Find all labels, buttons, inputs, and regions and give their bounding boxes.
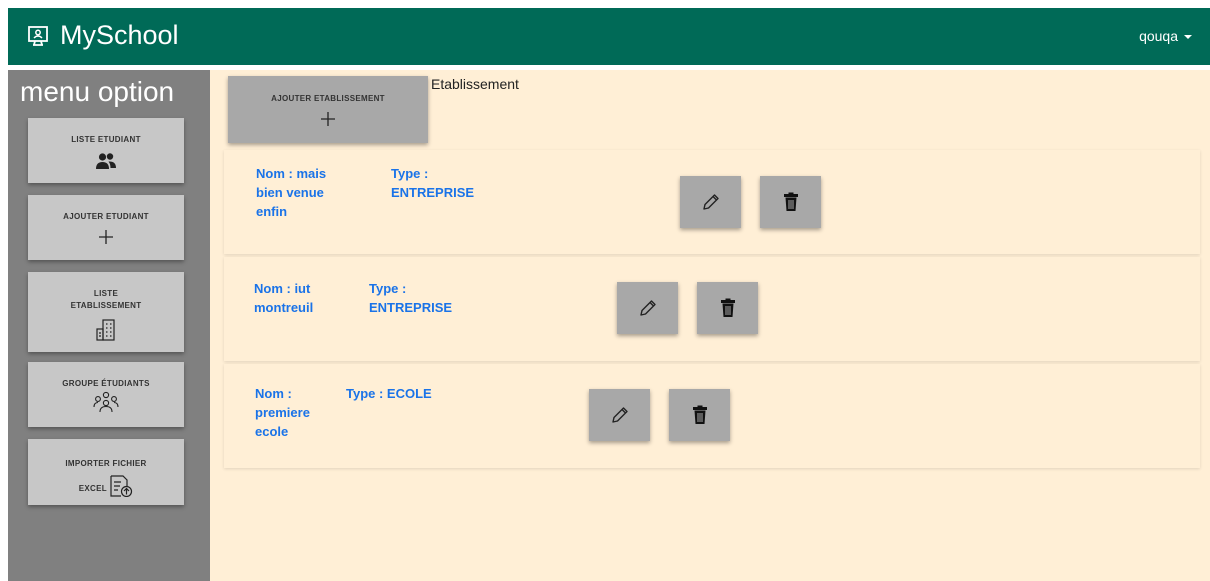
- etablissement-row: Nom : mais bien venue enfin Type : ENTRE…: [224, 150, 1200, 254]
- brand[interactable]: MySchool: [26, 20, 179, 51]
- plus-icon: [99, 230, 113, 244]
- etablissement-type: Type : ECOLE: [346, 386, 432, 401]
- sidebar-item-importer-fichier-excel[interactable]: IMPORTER FICHIER EXCEL: [28, 439, 184, 505]
- etablissement-type: Type : ENTREPRISE: [391, 166, 475, 200]
- group-icon: [93, 391, 119, 413]
- pencil-icon: [702, 194, 719, 210]
- etablissement-name: Nom : mais bien venue enfin: [256, 166, 327, 219]
- pencil-icon: [639, 300, 656, 316]
- caret-down-icon: [1184, 35, 1192, 39]
- etablissement-type: Type : ENTREPRISE: [369, 281, 453, 315]
- main-content: AJOUTER ETABLISSEMENT Etablissement Nom …: [210, 70, 1210, 581]
- username: qouqa: [1139, 28, 1178, 44]
- etablissement-row: Nom : iut montreuil Type : ENTREPRISE: [224, 257, 1200, 361]
- brand-title: MySchool: [60, 20, 179, 50]
- sidebar-item-liste-etablissement[interactable]: LISTE ETABLISSEMENT: [28, 272, 184, 352]
- users-icon: [96, 153, 116, 169]
- add-etablissement-button[interactable]: AJOUTER ETABLISSEMENT: [228, 76, 428, 143]
- file-upload-icon: [110, 475, 133, 498]
- sidebar-title: menu option: [20, 76, 175, 107]
- sidebar-item-label: LISTE ETABLISSEMENT: [70, 289, 142, 310]
- edit-button[interactable]: [617, 282, 678, 334]
- sidebar-item-label: GROUPE ÉTUDIANTS: [62, 379, 150, 388]
- page-title: Etablissement: [431, 76, 519, 92]
- sidebar-item-label-wrap: IMPORTER FICHIER EXCEL: [56, 453, 156, 500]
- trash-icon: [720, 298, 735, 317]
- edit-button[interactable]: [680, 176, 741, 228]
- delete-button[interactable]: [697, 282, 758, 334]
- add-etablissement-label: AJOUTER ETABLISSEMENT: [271, 94, 385, 103]
- navbar: MySchool qouqa: [8, 8, 1210, 65]
- plus-icon: [321, 112, 335, 126]
- sidebar-item-label: AJOUTER ETUDIANT: [63, 212, 149, 221]
- sidebar-item-label: IMPORTER FICHIER EXCEL: [65, 459, 147, 493]
- sidebar-item-ajouter-etudiant[interactable]: AJOUTER ETUDIANT: [28, 195, 184, 260]
- etablissement-name: Nom : premiere ecole: [255, 386, 310, 439]
- sidebar-item-liste-etudiant[interactable]: LISTE ETUDIANT: [28, 118, 184, 183]
- sidebar: menu option LISTE ETUDIANT AJOUTER ETUDI…: [8, 70, 210, 581]
- etablissement-name: Nom : iut montreuil: [254, 281, 314, 315]
- school-icon: [28, 25, 48, 46]
- trash-icon: [692, 405, 707, 424]
- sidebar-item-groupe-etudiants[interactable]: GROUPE ÉTUDIANTS: [28, 362, 184, 427]
- sidebar-item-label: LISTE ETUDIANT: [71, 135, 141, 144]
- pencil-icon: [611, 407, 628, 423]
- delete-button[interactable]: [669, 389, 730, 441]
- building-icon: [96, 319, 115, 341]
- edit-button[interactable]: [589, 389, 650, 441]
- user-menu[interactable]: qouqa: [1139, 28, 1192, 44]
- trash-icon: [783, 192, 798, 211]
- delete-button[interactable]: [760, 176, 821, 228]
- etablissement-row: Nom : premiere ecole Type : ECOLE: [224, 364, 1200, 468]
